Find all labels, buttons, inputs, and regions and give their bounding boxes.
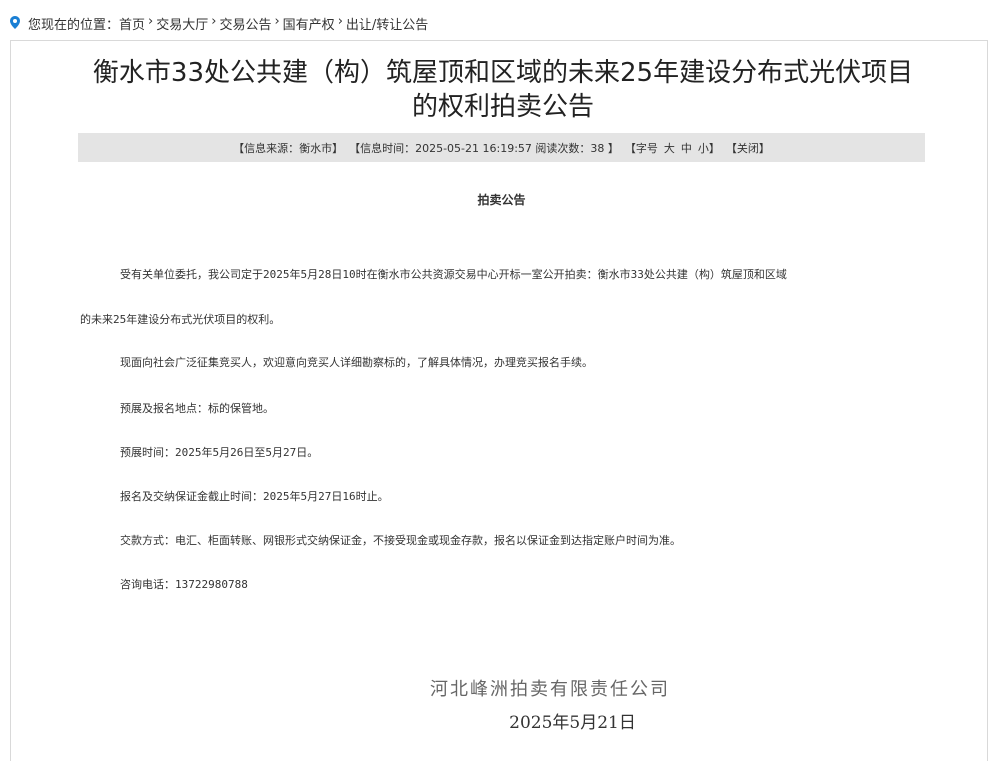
font-size-small-button[interactable]: 小 [698, 140, 709, 156]
close-button[interactable]: 【关闭】 [726, 140, 770, 156]
paragraph-1-line-2: 的未来25年建设分布式光伏项目的权利。 [80, 313, 281, 326]
article-title: 衡水市33处公共建（构）筑屋顶和区域的未来25年建设分布式光伏项目的权利拍卖公告 [92, 58, 914, 122]
breadcrumb-trading-notices[interactable]: 交易公告 [219, 14, 271, 33]
paragraph-4: 预展时间：2025年5月26日至5月27日。 [120, 446, 319, 459]
info-source: 【信息来源：衡水市】 [233, 141, 344, 155]
footer-company-name: 河北峰洲拍卖有限责任公司 [430, 679, 670, 700]
notice-subtitle: 拍卖公告 [477, 193, 526, 207]
font-size-label: 【字号 [624, 141, 658, 155]
font-size-large-button[interactable]: 大 [664, 140, 675, 156]
breadcrumb-separator: › [211, 14, 217, 29]
breadcrumb-separator: › [337, 14, 343, 29]
location-pin-icon [10, 16, 20, 29]
breadcrumb-prefix: 您现在的位置： [28, 18, 120, 33]
footer-date: 2025年5月21日 [509, 713, 636, 733]
paragraph-3: 预展及报名地点：标的保管地。 [120, 402, 274, 415]
font-size-close-bracket: 】 [708, 141, 720, 155]
paragraph-6: 交款方式：电汇、柜面转账、网银形式交纳保证金，不接受现金或现金存款，报名以保证金… [120, 534, 681, 547]
breadcrumb-transfer-notices[interactable]: 出让/转让公告 [346, 14, 428, 33]
breadcrumb-separator: › [274, 14, 280, 29]
breadcrumb-state-property[interactable]: 国有产权 [283, 14, 335, 33]
breadcrumb-trail: 您现在的位置： 首页 › 交易大厅 › 交易公告 › 国有产权 › 出让/转让公… [28, 14, 428, 33]
paragraph-2: 现面向社会广泛征集竞买人，欢迎意向竞买人详细勘察标的，了解具体情况，办理竞买报名… [120, 356, 593, 369]
breadcrumb-home[interactable]: 首页 [119, 14, 145, 33]
breadcrumb-trading-hall[interactable]: 交易大厅 [156, 14, 208, 33]
breadcrumb-separator: › [148, 14, 154, 29]
info-time-views: 【信息时间：2025-05-21 16:19:57 阅读次数：38 】 [349, 141, 619, 155]
paragraph-1-line-1: 受有关单位委托，我公司定于2025年5月28日10时在衡水市公共资源交易中心开标… [120, 268, 787, 281]
font-size-medium-button[interactable]: 中 [681, 140, 692, 156]
article-info-bar: 【信息来源：衡水市】 【信息时间：2025-05-21 16:19:57 阅读次… [78, 133, 925, 162]
breadcrumb: 您现在的位置： 首页 › 交易大厅 › 交易公告 › 国有产权 › 出让/转让公… [0, 0, 1000, 40]
paragraph-7-phone: 咨询电话：13722980788 [120, 578, 248, 591]
paragraph-5: 报名及交纳保证金截止时间：2025年5月27日16时止。 [120, 490, 389, 503]
